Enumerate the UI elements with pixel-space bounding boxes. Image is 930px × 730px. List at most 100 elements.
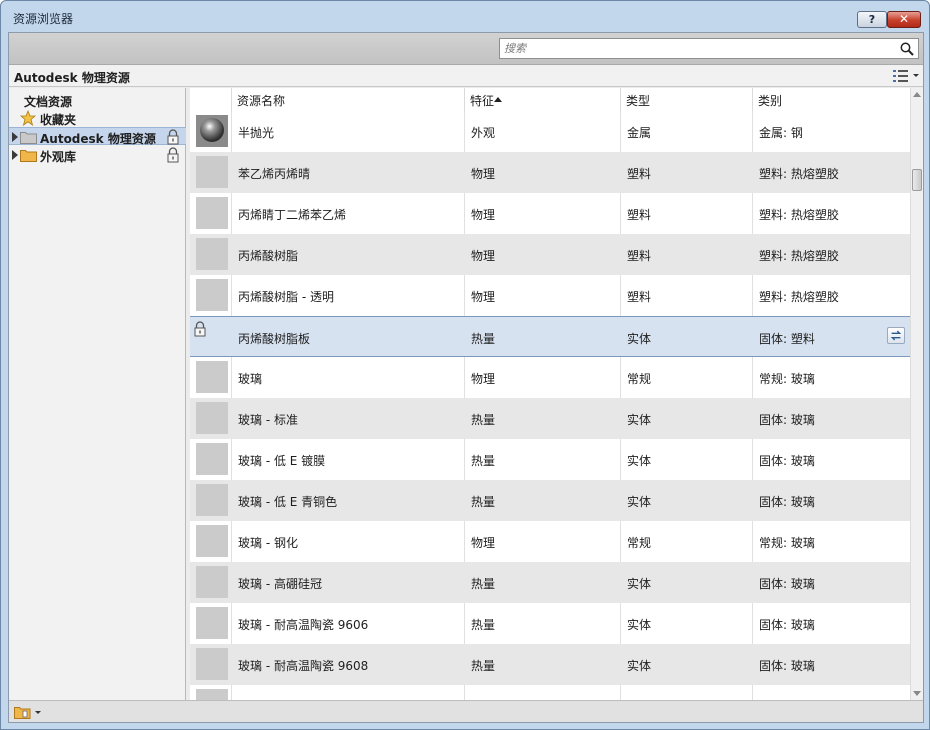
cell-feature: 热量 <box>471 618 496 632</box>
cell-type: 塑料 <box>627 249 652 263</box>
asset-thumbnail <box>196 648 228 680</box>
cell-feature: 物理 <box>471 208 496 222</box>
cell-category: 塑料: 热熔塑胶 <box>759 167 839 181</box>
cell-name: 玻璃 <box>238 372 263 386</box>
expand-arrow-icon[interactable] <box>12 150 18 160</box>
cell-feature: 外观 <box>471 126 496 140</box>
asset-thumbnail <box>196 607 228 639</box>
sphere-thumbnail-icon <box>196 115 228 147</box>
asset-table: 资源名称 特征 类型 类别 半抛光 外观 金属 金属: 钢 苯乙烯丙烯晴 物理 … <box>190 88 923 700</box>
cell-feature: 物理 <box>471 372 496 386</box>
tree-item-favorites[interactable]: 收藏夹 <box>9 109 186 127</box>
cell-category: 塑料: 热熔塑胶 <box>759 249 839 263</box>
help-button[interactable]: ? <box>857 11 887 28</box>
cell-type: 塑料 <box>627 208 652 222</box>
cell-category: 固体: 玻璃 <box>759 577 815 591</box>
cell-name: 玻璃 - 钢化 <box>238 536 298 550</box>
cell-category: 常规: 玻璃 <box>759 372 815 386</box>
cell-name: 玻璃 - 标准 <box>238 413 298 427</box>
table-row[interactable]: 丙烯酸树脂 物理 塑料 塑料: 热熔塑胶 <box>190 234 910 275</box>
client-area: Autodesk 物理资源 文档资源 收藏夹 <box>8 32 924 723</box>
tree-item-autodesk-physical[interactable]: Autodesk 物理资源 <box>9 127 186 146</box>
cell-feature: 热量 <box>471 413 496 427</box>
column-header-name[interactable]: 资源名称 <box>231 88 502 111</box>
cell-name: 丙烯酸树脂 - 透明 <box>238 290 334 304</box>
asset-thumbnail <box>196 689 228 700</box>
cell-feature: 热量 <box>471 495 496 509</box>
cell-type: 常规 <box>627 536 652 550</box>
table-row[interactable]: 玻璃 - 耐高温陶瓷 9608 热量 实体 固体: 玻璃 <box>190 644 910 685</box>
table-row[interactable]: 半抛光 外观 金属 金属: 钢 <box>190 111 910 152</box>
cell-name: 苯乙烯丙烯晴 <box>238 167 311 181</box>
cell-feature: 热量 <box>471 577 496 591</box>
cell-category: 塑料: 热熔塑胶 <box>759 290 839 304</box>
cell-name: 玻璃 - 耐高温陶瓷 9608 <box>238 659 369 673</box>
scroll-down-icon[interactable] <box>913 691 921 696</box>
cell-name: 丙烯酸树脂板 <box>238 332 311 346</box>
tree-item-label: 外观库 <box>40 150 77 164</box>
scroll-thumb[interactable] <box>912 169 922 191</box>
vertical-scrollbar[interactable] <box>910 88 923 700</box>
scroll-up-icon[interactable] <box>913 92 921 97</box>
table-row[interactable]: 玻璃 - 低 E 镀膜 热量 实体 固体: 玻璃 <box>190 439 910 480</box>
tree-item-appearance-library[interactable]: 外观库 <box>9 146 186 164</box>
cell-type: 金属 <box>627 126 652 140</box>
asset-thumbnail <box>196 238 228 270</box>
library-icon[interactable] <box>13 704 43 720</box>
cell-name: 玻璃 - 低 E 镀膜 <box>238 454 326 468</box>
table-row[interactable]: 玻璃 - 耐高温陶瓷 9606 热量 实体 固体: 玻璃 <box>190 603 910 644</box>
table-row[interactable]: 玻璃 - 高硼硅冠 热量 实体 固体: 玻璃 <box>190 562 910 603</box>
cell-name: 丙烯睛丁二烯苯乙烯 <box>238 208 347 222</box>
view-list-icon[interactable] <box>891 68 921 84</box>
title-bar: 资源浏览器 ? ✕ <box>1 1 929 33</box>
cell-type: 塑料 <box>627 167 652 181</box>
column-header-feature[interactable]: 特征 <box>464 88 620 111</box>
search-icon[interactable] <box>899 41 915 57</box>
expand-arrow-icon[interactable] <box>12 132 18 142</box>
cell-type: 常规 <box>627 372 652 386</box>
table-row[interactable] <box>190 685 910 700</box>
tree-item-label: 收藏夹 <box>40 113 77 127</box>
table-header: 资源名称 特征 类型 类别 <box>190 88 910 111</box>
table-row[interactable]: 苯乙烯丙烯晴 物理 塑料 塑料: 热熔塑胶 <box>190 152 910 193</box>
column-header-label: 资源名称 <box>237 94 286 108</box>
cell-feature: 物理 <box>471 290 496 304</box>
table-row[interactable]: 玻璃 物理 常规 常规: 玻璃 <box>190 357 910 398</box>
cell-name: 玻璃 - 低 E 青铜色 <box>238 495 338 509</box>
asset-thumbnail <box>196 484 228 516</box>
library-header: Autodesk 物理资源 <box>9 65 923 87</box>
column-header-type[interactable]: 类型 <box>620 88 752 111</box>
cell-type: 实体 <box>627 577 652 591</box>
table-row[interactable]: 玻璃 - 钢化 物理 常规 常规: 玻璃 <box>190 521 910 562</box>
cell-name: 玻璃 - 耐高温陶瓷 9606 <box>238 618 369 632</box>
library-tree: 文档资源 收藏夹 Autodesk 物理资源 外观库 <box>9 88 186 700</box>
cell-category: 固体: 玻璃 <box>759 618 815 632</box>
cell-category: 常规: 玻璃 <box>759 536 815 550</box>
cell-feature: 热量 <box>471 454 496 468</box>
cell-feature: 物理 <box>471 249 496 263</box>
window-title: 资源浏览器 <box>13 12 74 26</box>
cell-type: 实体 <box>627 495 652 509</box>
close-button[interactable]: ✕ <box>887 11 921 28</box>
table-row-selected[interactable]: 丙烯酸树脂板 热量 实体 固体: 塑料 <box>190 316 910 357</box>
cell-category: 固体: 玻璃 <box>759 495 815 509</box>
table-row[interactable]: 玻璃 - 低 E 青铜色 热量 实体 固体: 玻璃 <box>190 480 910 521</box>
table-row[interactable]: 丙烯酸树脂 - 透明 物理 塑料 塑料: 热熔塑胶 <box>190 275 910 316</box>
asset-thumbnail <box>196 156 228 188</box>
bottom-toolbar <box>9 700 923 722</box>
search-input[interactable] <box>504 41 884 56</box>
search-box[interactable] <box>499 38 919 59</box>
cell-type: 实体 <box>627 413 652 427</box>
swap-icon[interactable] <box>887 327 905 344</box>
tree-item-label: Autodesk 物理资源 <box>40 132 156 146</box>
star-icon <box>20 110 36 126</box>
column-header-category[interactable]: 类别 <box>752 88 910 111</box>
lock-icon <box>167 147 179 163</box>
table-row[interactable]: 玻璃 - 标准 热量 实体 固体: 玻璃 <box>190 398 910 439</box>
table-row[interactable]: 丙烯睛丁二烯苯乙烯 物理 塑料 塑料: 热熔塑胶 <box>190 193 910 234</box>
tree-item-document-assets[interactable]: 文档资源 <box>9 91 186 109</box>
library-title: Autodesk 物理资源 <box>14 71 130 85</box>
asset-thumbnail <box>196 525 228 557</box>
column-header-label: 类别 <box>758 94 783 108</box>
cell-feature: 物理 <box>471 536 496 550</box>
